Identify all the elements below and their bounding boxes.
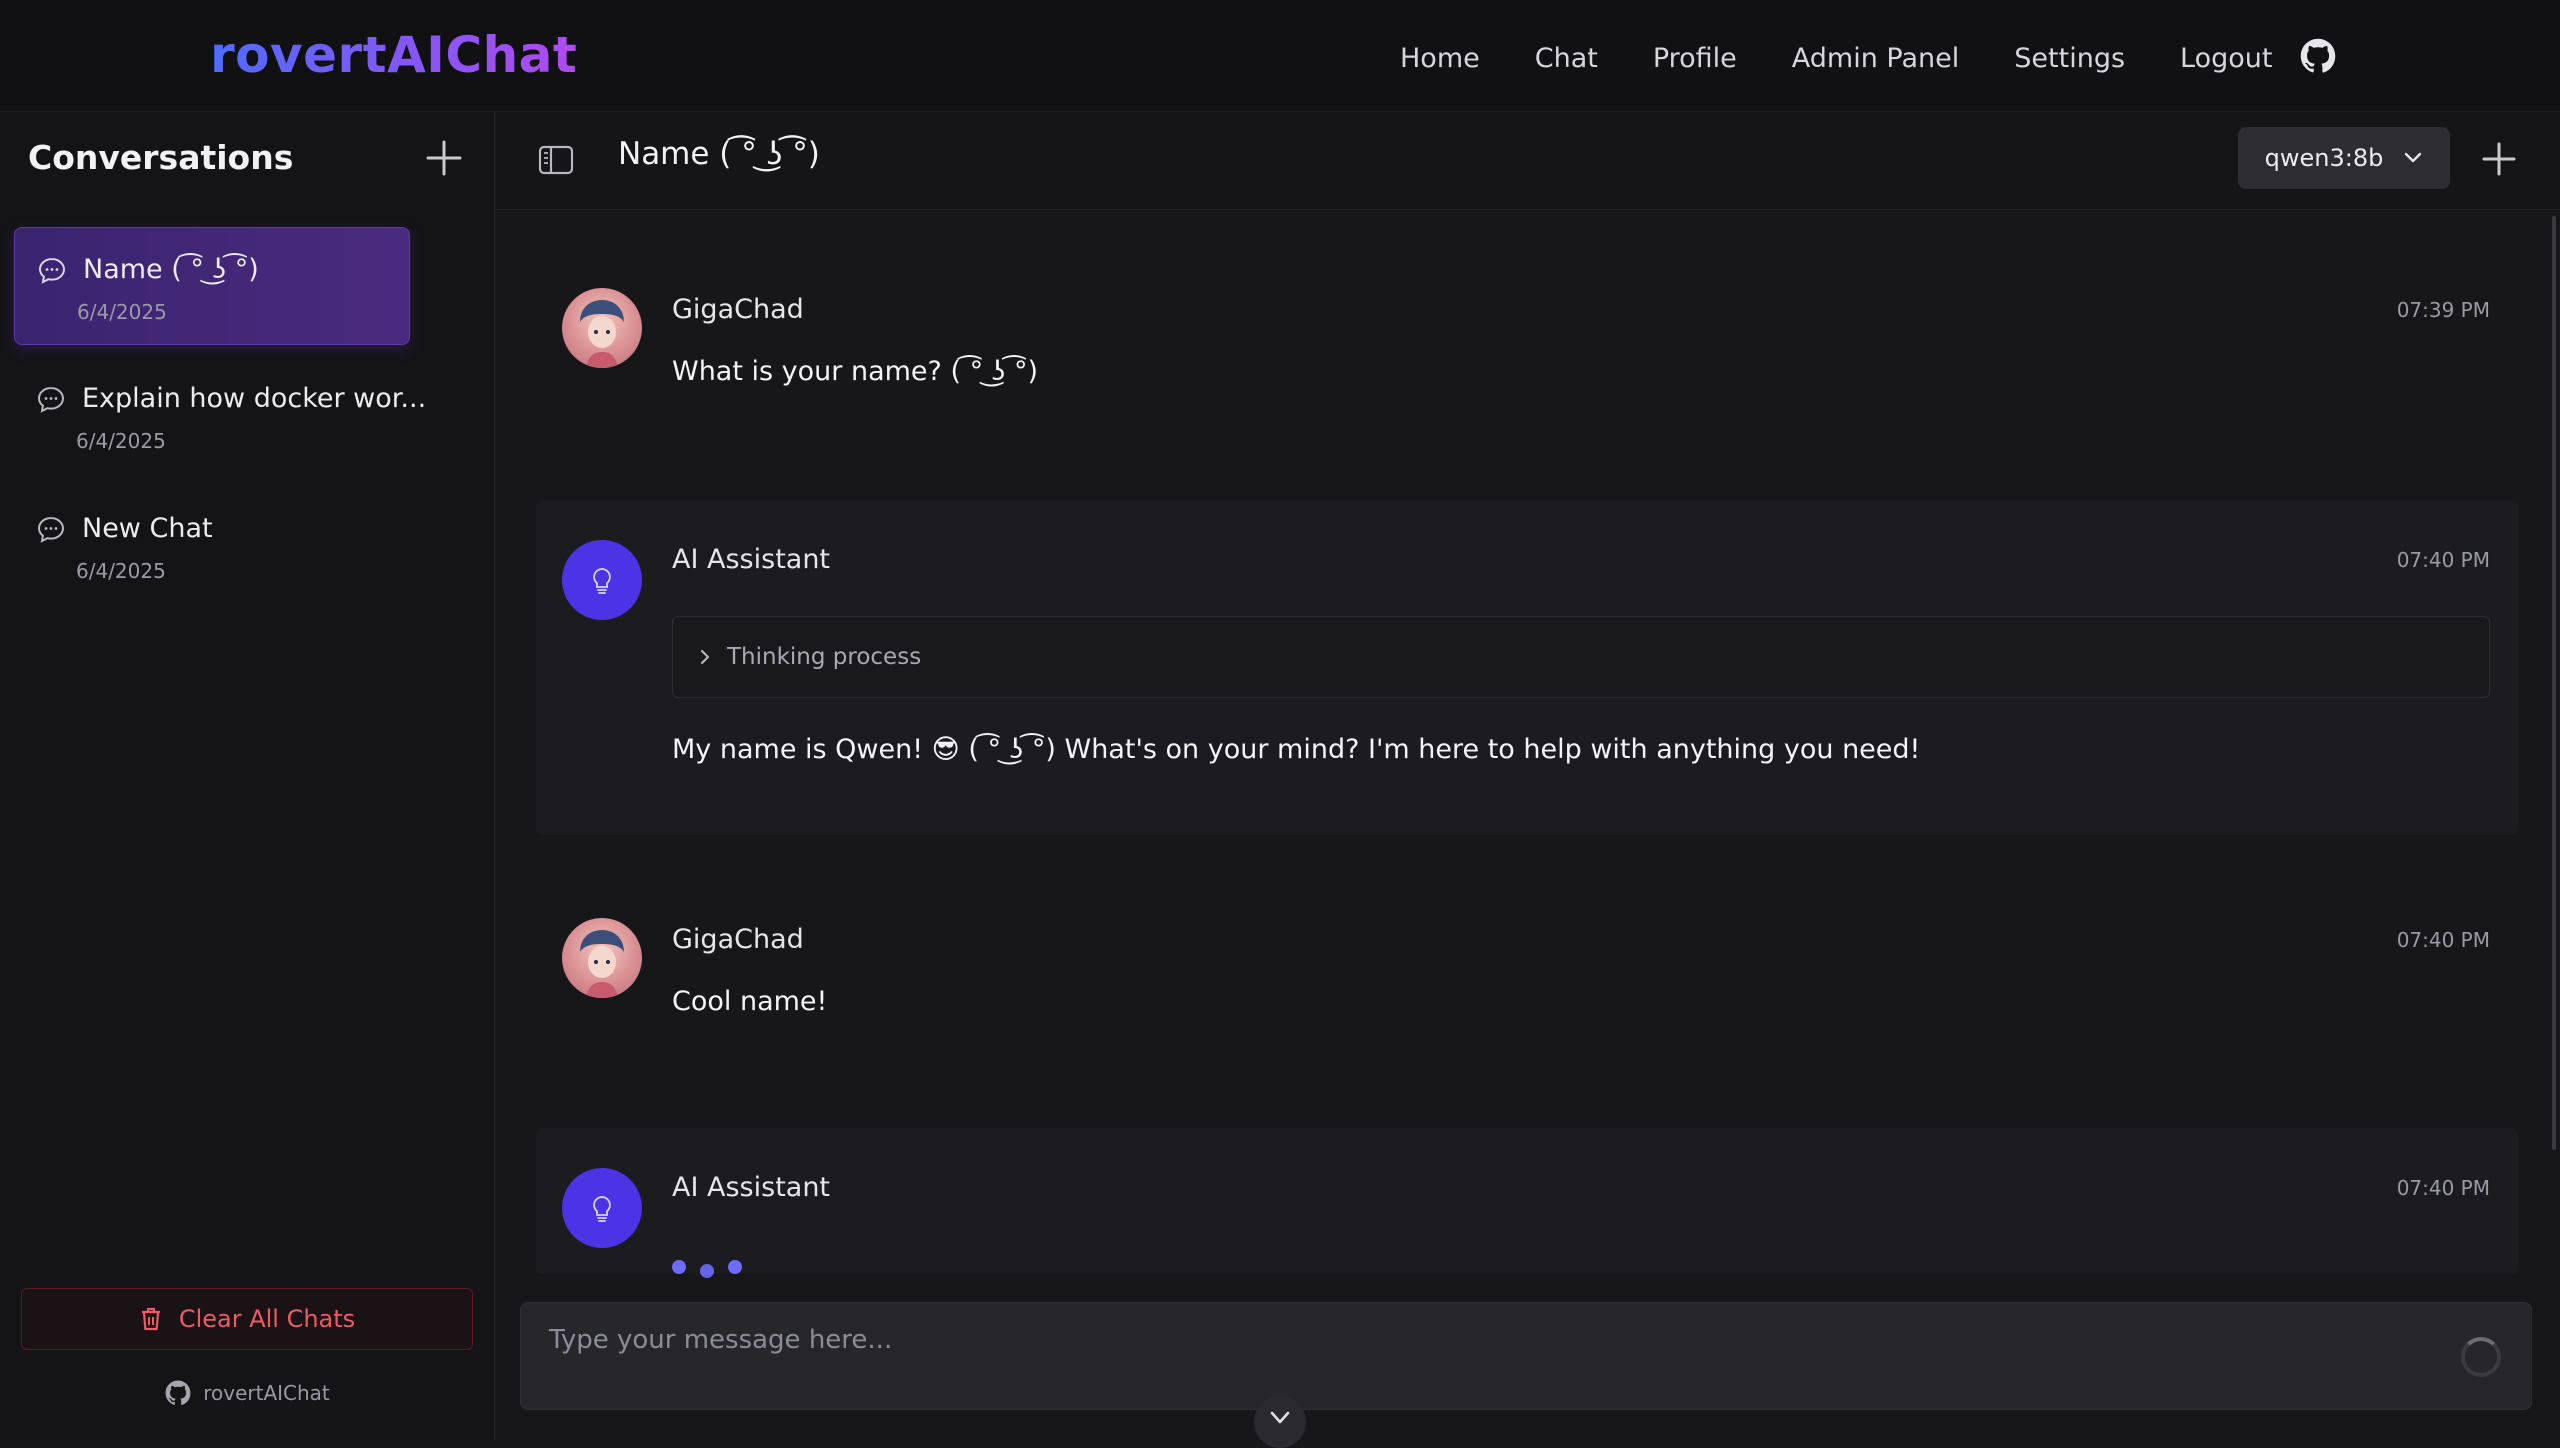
user-avatar-icon — [580, 930, 624, 998]
new-conversation-plus-icon[interactable] — [422, 136, 466, 180]
message-sender: AI Assistant — [672, 1172, 831, 1203]
chevron-down-icon — [1270, 1411, 1290, 1424]
message-sender: AI Assistant — [672, 544, 831, 575]
top-navbar: rovertAIChat Home Chat Profile Admin Pan… — [0, 0, 2560, 112]
ai-avatar — [562, 540, 642, 620]
clear-all-chats-button[interactable]: Clear All Chats — [21, 1288, 473, 1350]
thinking-process-label: Thinking process — [727, 644, 922, 670]
message-ai: AI Assistant 07:40 PM Thinking process M… — [536, 500, 2518, 835]
message-user: GigaChad 07:40 PM Cool name! — [536, 880, 2518, 1080]
message-user: GigaChad 07:39 PM What is your name? ( ͡… — [536, 250, 2518, 450]
typing-dot — [672, 1260, 686, 1274]
footer-brand[interactable]: rovertAIChat — [203, 1381, 330, 1405]
messages-scrollbar[interactable] — [2552, 216, 2556, 1150]
user-avatar-icon — [580, 300, 624, 368]
typing-indicator — [672, 1260, 756, 1278]
message-text: What is your name? ( ͡° ͜ʖ ͡°) — [672, 356, 1039, 387]
conversation-date: 6/4/2025 — [76, 559, 166, 583]
ai-avatar — [562, 1168, 642, 1248]
nav-settings[interactable]: Settings — [2014, 43, 2125, 74]
conversation-title: Name ( ͡° ͜ʖ ͡°) — [83, 254, 259, 285]
loading-spinner-icon — [2461, 1337, 2501, 1377]
nav-chat[interactable]: Chat — [1535, 43, 1598, 74]
chat-title: Name ( ͡° ͜ʖ ͡°) — [618, 136, 820, 172]
chat-bubble-icon — [37, 516, 65, 543]
conversation-title: Explain how docker wor... — [82, 383, 427, 414]
user-avatar — [562, 288, 642, 368]
sidebar-title: Conversations — [28, 138, 294, 177]
conversation-date: 6/4/2025 — [76, 429, 166, 453]
typing-dot — [728, 1260, 742, 1274]
chevron-right-icon — [700, 649, 710, 665]
conversation-item-new-chat[interactable]: New Chat 6/4/2025 — [14, 487, 410, 605]
conversation-item-docker[interactable]: Explain how docker wor... 6/4/2025 — [14, 357, 426, 475]
nav-links: Home Chat Profile Admin Panel Settings L… — [1400, 30, 2327, 86]
scroll-down-button[interactable] — [1254, 1396, 1306, 1448]
message-input-container — [520, 1302, 2532, 1410]
message-sender: GigaChad — [672, 924, 804, 955]
typing-dot — [700, 1264, 714, 1278]
nav-logout[interactable]: Logout — [2180, 43, 2272, 74]
message-sender: GigaChad — [672, 294, 804, 325]
message-time: 07:40 PM — [2396, 548, 2490, 572]
user-avatar — [562, 918, 642, 998]
clear-all-chats-label: Clear All Chats — [178, 1305, 356, 1333]
lightbulb-icon — [593, 568, 611, 594]
message-text: Cool name! — [672, 986, 828, 1017]
lightbulb-icon — [593, 1196, 611, 1222]
model-select-value: qwen3:8b — [2264, 144, 2384, 172]
sidebar-footer: rovertAIChat — [0, 1380, 495, 1406]
sidebar-toggle-icon[interactable] — [536, 142, 576, 178]
chat-bubble-icon — [38, 257, 66, 284]
github-icon[interactable] — [165, 1380, 191, 1406]
message-text: My name is Qwen! 😎 ( ͡° ͜ʖ ͡°) What's on… — [672, 734, 1921, 765]
message-input[interactable] — [521, 1303, 2531, 1409]
new-chat-plus-icon[interactable] — [2478, 138, 2520, 180]
chevron-down-icon — [2405, 152, 2422, 163]
chat-header: Name ( ͡° ͜ʖ ͡°) qwen3:8b — [496, 112, 2560, 210]
thinking-process-toggle[interactable]: Thinking process — [672, 616, 2490, 698]
nav-profile[interactable]: Profile — [1653, 43, 1737, 74]
trash-icon — [141, 1307, 160, 1331]
message-time: 07:40 PM — [2396, 928, 2490, 952]
message-time: 07:40 PM — [2396, 1176, 2490, 1200]
message-ai-typing: AI Assistant 07:40 PM — [536, 1128, 2518, 1278]
chat-bubble-icon — [37, 386, 65, 413]
nav-admin-panel[interactable]: Admin Panel — [1792, 43, 1959, 74]
brand-logo[interactable]: rovertAIChat — [210, 26, 577, 84]
conversation-item-name[interactable]: Name ( ͡° ͜ʖ ͡°) 6/4/2025 — [14, 227, 410, 345]
model-select-dropdown[interactable]: qwen3:8b — [2238, 127, 2450, 189]
conversation-title: New Chat — [82, 513, 213, 544]
conversation-date: 6/4/2025 — [77, 300, 167, 324]
message-time: 07:39 PM — [2396, 298, 2490, 322]
conversation-sidebar: Conversations Name ( ͡° ͜ʖ ͡°) 6/4/2025 … — [0, 112, 495, 1440]
github-icon[interactable] — [2300, 38, 2336, 74]
nav-home[interactable]: Home — [1400, 43, 1480, 74]
